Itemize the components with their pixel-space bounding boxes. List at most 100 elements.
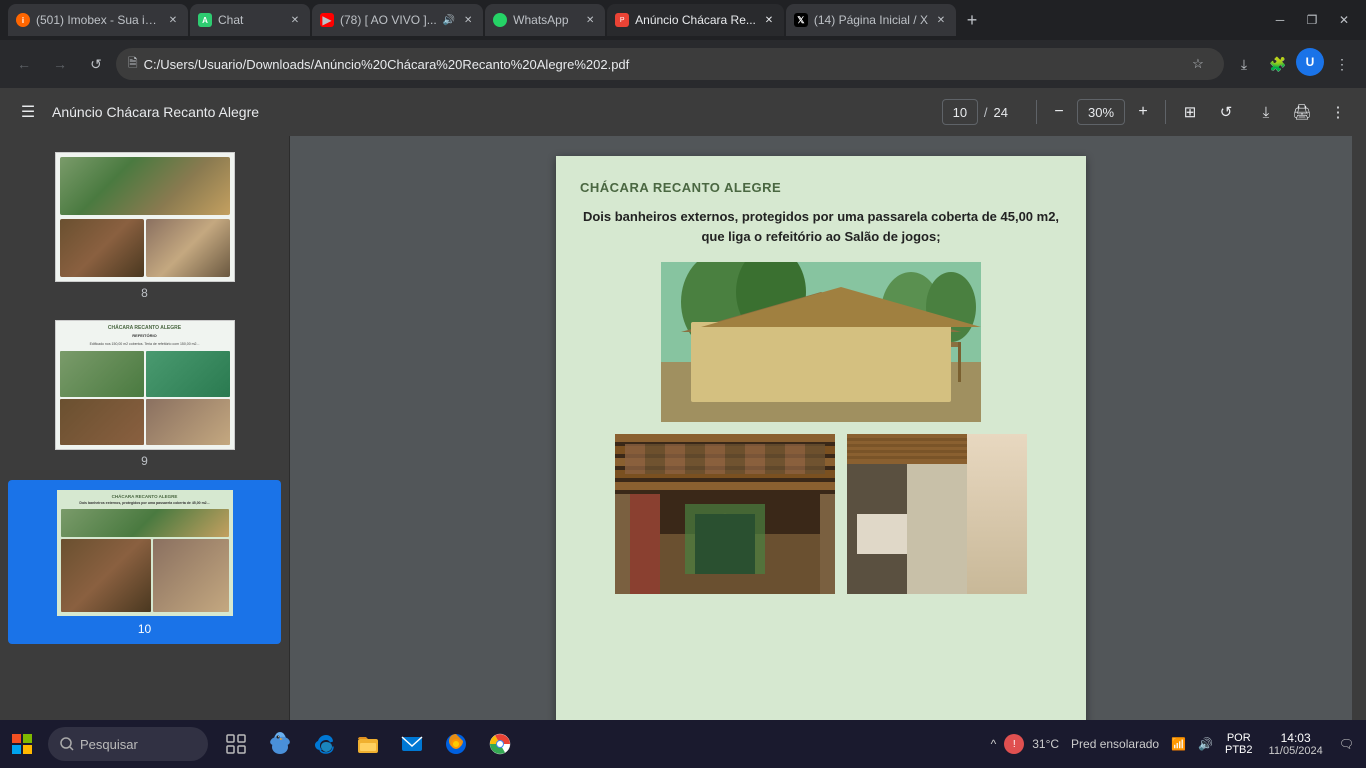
start-button[interactable] [0, 720, 44, 768]
edge-icon [312, 732, 336, 756]
audio-icon-youtube: 🔊 [443, 15, 455, 26]
file-explorer-icon[interactable] [348, 724, 388, 764]
back-button[interactable]: ← [8, 48, 40, 80]
page-description: Dois banheiros externos, protegidos por … [580, 207, 1062, 246]
pdf-print-button[interactable]: 🖨 [1286, 96, 1318, 128]
tab-whatsapp[interactable]: WhatsApp ✕ [485, 4, 605, 36]
pdf-sidebar[interactable]: 8 CHÁCARA RECANTO ALEGRE REFEITÓRIO Edif… [0, 136, 290, 768]
pdf-toolbar: ☰ Anúncio Chácara Recanto Alegre / 24 − … [0, 88, 1366, 136]
pdf-menu-button[interactable]: ☰ [12, 96, 44, 128]
zoom-in-button[interactable]: + [1129, 98, 1157, 126]
taskbar-right: ^ ! 31°C Pred ensolarado 📶 🔊 POR PTB2 14… [987, 727, 1366, 761]
tab-youtube[interactable]: ▶ (78) [ AO VIVO ]... 🔊 ✕ [312, 4, 483, 36]
taskbar-center-icons [216, 724, 520, 764]
window-controls: ─ ❐ ✕ [1266, 6, 1358, 34]
thumbnail-page-10[interactable]: CHÁCARA RECANTO ALEGRE Dois banheiros ex… [8, 480, 281, 644]
profile-button[interactable]: U [1296, 48, 1324, 76]
favicon-chat: A [198, 13, 212, 27]
restore-button[interactable]: ❐ [1298, 6, 1326, 34]
tab-twitter[interactable]: 𝕏 (14) Página Inicial / X ✕ [786, 4, 956, 36]
bookmark-button[interactable]: ☆ [1184, 50, 1212, 78]
pdf-page: CHÁCARA RECANTO ALEGRE Dois banheiros ex… [556, 156, 1086, 756]
bird-app-icon[interactable] [260, 724, 300, 764]
thumbnail-page-9[interactable]: CHÁCARA RECANTO ALEGRE REFEITÓRIO Edific… [8, 312, 281, 476]
language-area[interactable]: POR PTB2 [1221, 728, 1257, 760]
photo-row [615, 434, 1027, 594]
chrome-icon[interactable] [480, 724, 520, 764]
browser-chrome: i (501) Imobex - Sua in... ✕ A Chat ✕ ▶ … [0, 0, 1366, 88]
tab-close-imobex[interactable]: ✕ [166, 13, 180, 27]
url-actions: ☆ [1184, 50, 1212, 78]
tab-close-whatsapp[interactable]: ✕ [583, 13, 597, 27]
pdf-fit-button[interactable]: ⊞ [1174, 96, 1206, 128]
language-region: PTB2 [1225, 744, 1253, 756]
pdf-main-view[interactable]: CHÁCARA RECANTO ALEGRE Dois banheiros ex… [290, 136, 1352, 768]
taskbar: Pesquisar [0, 720, 1366, 768]
tab-imobex[interactable]: i (501) Imobex - Sua in... ✕ [8, 4, 188, 36]
favicon-pdf: P [615, 13, 629, 27]
forward-button[interactable]: → [44, 48, 76, 80]
taskbar-search[interactable]: Pesquisar [48, 727, 208, 761]
windows-logo [12, 734, 32, 754]
chrome-browser-icon [488, 732, 512, 756]
page-heading: CHÁCARA RECANTO ALEGRE [580, 180, 1062, 195]
pdf-page-input[interactable] [942, 99, 978, 125]
pdf-right-scroll[interactable] [1352, 136, 1366, 768]
extensions-button[interactable]: 🧩 [1262, 48, 1294, 80]
network-icon[interactable]: 📶 [1167, 733, 1190, 755]
photo-3-svg [847, 434, 1027, 594]
favicon-youtube: ▶ [320, 13, 334, 27]
thumb-label-8: 8 [141, 286, 148, 300]
pdf-zoom-input[interactable] [1077, 99, 1125, 125]
new-tab-button[interactable]: + [958, 6, 986, 34]
thumb-label-10: 10 [138, 622, 151, 636]
show-hidden-icons[interactable]: ^ [987, 733, 1001, 755]
tab-title-pdf: Anúncio Chácara Re... [635, 13, 756, 27]
downloads-button[interactable]: ⤓ [1228, 48, 1260, 80]
folder-icon [357, 733, 379, 755]
thumb-canvas-8 [55, 152, 235, 282]
mail-icon[interactable] [392, 724, 432, 764]
tab-chat[interactable]: A Chat ✕ [190, 4, 310, 36]
pdf-content: 8 CHÁCARA RECANTO ALEGRE REFEITÓRIO Edif… [0, 136, 1366, 768]
tab-title-whatsapp: WhatsApp [513, 13, 577, 27]
tab-pdf[interactable]: P Anúncio Chácara Re... ✕ [607, 4, 784, 36]
volume-icon[interactable]: 🔊 [1194, 733, 1217, 755]
firefox-icon[interactable] [436, 724, 476, 764]
thumb-canvas-10: CHÁCARA RECANTO ALEGRE Dois banheiros ex… [55, 488, 235, 618]
photo-2-svg [615, 434, 835, 594]
pdf-toolbar-right: ⤓ 🖨 ⋮ [1250, 96, 1354, 128]
pdf-page-controls: / 24 [942, 99, 1008, 125]
favicon-twitter: 𝕏 [794, 13, 808, 27]
minimize-button[interactable]: ─ [1266, 6, 1294, 34]
tab-close-pdf[interactable]: ✕ [762, 13, 776, 27]
close-button[interactable]: ✕ [1330, 6, 1358, 34]
notification-button[interactable]: 🗨 [1335, 733, 1358, 755]
address-bar: ← → ↺ 🗎 C:/Users/Usuario/Downloads/Anúnc… [0, 40, 1366, 88]
zoom-out-button[interactable]: − [1045, 98, 1073, 126]
pdf-page-separator: / [984, 105, 988, 120]
photo-3 [847, 434, 1027, 594]
pdf-rotate-button[interactable]: ↺ [1210, 96, 1242, 128]
blue-bird-icon [265, 729, 295, 759]
tab-close-youtube[interactable]: ✕ [461, 13, 475, 27]
edge-browser-icon[interactable] [304, 724, 344, 764]
mail-app-icon [401, 733, 423, 755]
tab-close-chat[interactable]: ✕ [288, 13, 302, 27]
tab-close-twitter[interactable]: ✕ [934, 13, 948, 27]
url-bar[interactable]: 🗎 C:/Users/Usuario/Downloads/Anúncio%20C… [116, 48, 1224, 80]
task-view-button[interactable] [216, 724, 256, 764]
reload-button[interactable]: ↺ [80, 48, 112, 80]
thumb-label-9: 9 [141, 454, 148, 468]
clock-area[interactable]: 14:03 11/05/2024 [1261, 727, 1331, 761]
pdf-total-pages: 24 [994, 105, 1008, 120]
divider-1 [1036, 100, 1037, 124]
task-view-icon [226, 734, 246, 754]
page-description-text: Dois banheiros externos, protegidos por … [583, 209, 1059, 244]
thumbnail-page-8[interactable]: 8 [8, 144, 281, 308]
pdf-download-button[interactable]: ⤓ [1250, 96, 1282, 128]
pdf-more-button[interactable]: ⋮ [1322, 96, 1354, 128]
file-icon: 🗎 [128, 54, 138, 75]
security-icon: ! [1004, 734, 1024, 754]
settings-button[interactable]: ⋮ [1326, 48, 1358, 80]
